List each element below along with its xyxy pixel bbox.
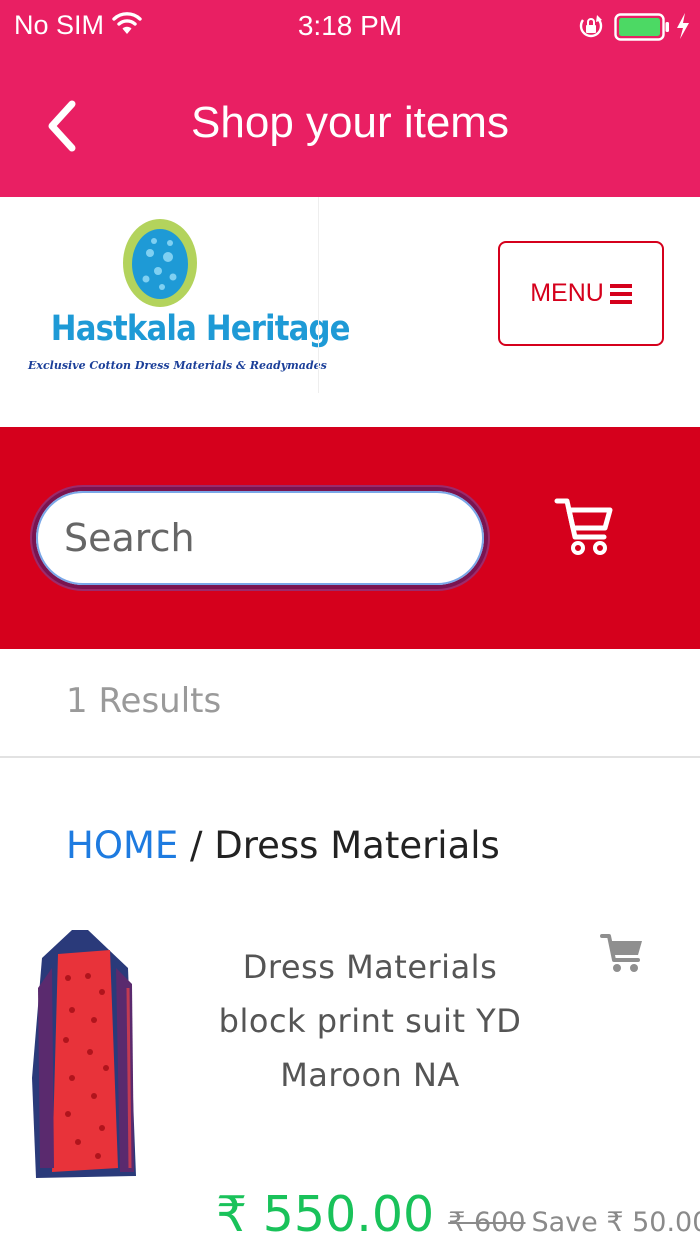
product-title-line2: block print suit YD xyxy=(218,1002,522,1040)
brand-logo[interactable]: Hastkala Heritage Exclusive Cotton Dress… xyxy=(28,207,351,397)
logo-tagline: Exclusive Cotton Dress Materials & Ready… xyxy=(28,359,327,372)
breadcrumb-separator: / xyxy=(178,824,215,867)
product-price: ₹ 550.00 xyxy=(216,1186,435,1243)
results-divider xyxy=(0,756,700,758)
battery-icon xyxy=(614,13,670,46)
search-input[interactable] xyxy=(32,487,488,589)
product-title-line3: Maroon NA xyxy=(280,1056,460,1094)
cart-button[interactable] xyxy=(554,495,614,557)
charging-bolt-icon xyxy=(676,12,690,45)
product-title-line1: Dress Materials xyxy=(242,948,498,986)
breadcrumb: HOME / Dress Materials xyxy=(66,824,500,867)
product-savings: Save ₹ 50.00 xyxy=(531,1207,700,1238)
product-title[interactable]: Dress Materials block print suit YD Maro… xyxy=(200,940,540,1102)
breadcrumb-current: Dress Materials xyxy=(214,824,500,867)
product-image[interactable] xyxy=(32,928,140,1184)
cart-icon xyxy=(600,934,644,978)
hamburger-icon xyxy=(609,280,632,308)
cart-icon xyxy=(554,498,614,561)
results-count: 1 Results xyxy=(66,681,222,721)
add-to-cart-button[interactable] xyxy=(600,932,644,974)
brand-row: Hastkala Heritage Exclusive Cotton Dress… xyxy=(0,197,700,427)
product-old-price: ₹ 600 xyxy=(448,1207,526,1238)
status-bar: No SIM 3:18 PM xyxy=(0,0,700,56)
search-band xyxy=(0,427,700,649)
breadcrumb-home-link[interactable]: HOME xyxy=(66,824,178,867)
menu-button[interactable]: MENU xyxy=(498,241,664,346)
app-header: No SIM 3:18 PM Shop your items xyxy=(0,0,700,197)
page-title: Shop your items xyxy=(191,98,509,147)
lock-rotation-icon xyxy=(578,12,604,47)
logo-wordmark: Hastkala Heritage xyxy=(50,309,351,349)
price-row: ₹ 550.00 ₹ 600 Save ₹ 50.00 xyxy=(216,1186,700,1243)
menu-label: MENU xyxy=(530,279,604,307)
brand-divider xyxy=(318,197,319,393)
